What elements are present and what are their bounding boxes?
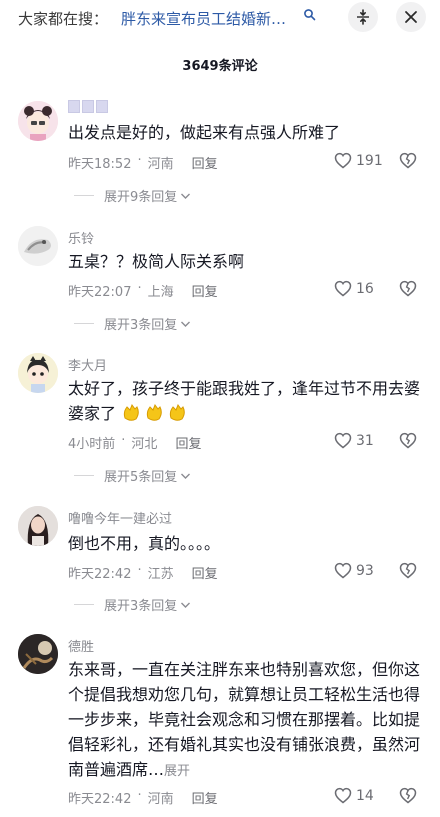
- close-icon[interactable]: [396, 2, 426, 32]
- heart-icon: [334, 562, 352, 579]
- clapping-hands-emoji: [121, 403, 190, 423]
- comment-text: 出发点是好的，做起来有点强人所难了: [68, 123, 341, 142]
- username[interactable]: 噜噜今年一建必过: [68, 508, 172, 527]
- like-count: 14: [356, 787, 374, 804]
- like-count: 93: [356, 562, 374, 579]
- dislike-broken-heart-icon[interactable]: [399, 280, 417, 301]
- comment-count: 3649条评论: [182, 59, 258, 74]
- comment-location: 河北: [131, 437, 158, 452]
- avatar[interactable]: [18, 226, 58, 266]
- comment-location: 河南: [147, 157, 174, 172]
- avatar[interactable]: [18, 353, 58, 393]
- comment-time: 昨天18:52: [68, 157, 132, 172]
- search-suggestion-link[interactable]: 胖东来宣布员工结婚新…: [121, 8, 301, 29]
- like-button[interactable]: 93: [334, 562, 374, 579]
- search-suggestion-bar[interactable]: 大家都在搜： 胖东来宣布员工结婚新…: [0, 0, 440, 36]
- like-button[interactable]: 31: [334, 432, 374, 449]
- comment-location: 江苏: [147, 567, 174, 582]
- reply-button[interactable]: 回复: [175, 433, 201, 452]
- comment-location: 上海: [147, 285, 174, 300]
- avatar[interactable]: [18, 634, 58, 674]
- reply-button[interactable]: 回复: [192, 788, 218, 807]
- username[interactable]: [68, 100, 110, 115]
- like-button[interactable]: 16: [334, 280, 374, 297]
- comment-text: 倒也不用，真的。。。。: [68, 534, 221, 553]
- search-icon[interactable]: [303, 7, 317, 21]
- heart-icon: [334, 280, 352, 297]
- heart-icon: [334, 787, 352, 804]
- like-count: 191: [356, 152, 383, 169]
- comment-time: 昨天22:42: [68, 567, 132, 582]
- reply-button[interactable]: 回复: [192, 281, 218, 300]
- masked-name-block: [96, 100, 108, 113]
- masked-name-block: [68, 100, 80, 113]
- comment-text: 东来哥，一直在关注胖东来也特别喜欢您，但你这个提倡我想劝您几句，就算想让员工轻松…: [68, 660, 421, 779]
- comment-time: 4小时前: [68, 437, 116, 452]
- expand-replies-button[interactable]: 展开3条回复: [74, 314, 191, 333]
- masked-name-block: [82, 100, 94, 113]
- like-count: 16: [356, 280, 374, 297]
- expand-replies-button[interactable]: 展开5条回复: [74, 466, 191, 485]
- username[interactable]: 乐铃: [68, 228, 94, 247]
- expand-arrows-icon[interactable]: [348, 2, 378, 32]
- chevron-down-icon: [181, 321, 191, 327]
- dislike-broken-heart-icon[interactable]: [399, 787, 417, 808]
- heart-icon: [334, 152, 352, 169]
- chevron-down-icon: [181, 473, 191, 479]
- dislike-broken-heart-icon[interactable]: [399, 432, 417, 453]
- chevron-down-icon: [181, 602, 191, 608]
- expand-text-link[interactable]: 展开: [164, 764, 190, 779]
- reply-button[interactable]: 回复: [192, 563, 218, 582]
- like-button[interactable]: 14: [334, 787, 374, 804]
- comment-time: 昨天22:42: [68, 792, 132, 807]
- expand-replies-button[interactable]: 展开3条回复: [74, 595, 191, 614]
- comment-text: 太好了，孩子终于能跟我姓了，逢年过节不用去婆婆家了: [68, 379, 421, 423]
- like-button[interactable]: 191: [334, 152, 383, 169]
- username[interactable]: 李大月: [68, 355, 107, 374]
- avatar[interactable]: [18, 101, 58, 141]
- heart-icon: [334, 432, 352, 449]
- reply-button[interactable]: 回复: [192, 153, 218, 172]
- chevron-down-icon: [181, 193, 191, 199]
- comment-text: 五桌？？极简人际关系啊: [68, 252, 245, 271]
- comment-time: 昨天22:07: [68, 285, 132, 300]
- avatar[interactable]: [18, 506, 58, 546]
- search-prefix: 大家都在搜：: [18, 10, 109, 28]
- dislike-broken-heart-icon[interactable]: [399, 562, 417, 583]
- dislike-broken-heart-icon[interactable]: [399, 152, 417, 173]
- comment-location: 河南: [147, 792, 174, 807]
- username[interactable]: 德胜: [68, 636, 94, 655]
- like-count: 31: [356, 432, 374, 449]
- expand-replies-button[interactable]: 展开9条回复: [74, 186, 191, 205]
